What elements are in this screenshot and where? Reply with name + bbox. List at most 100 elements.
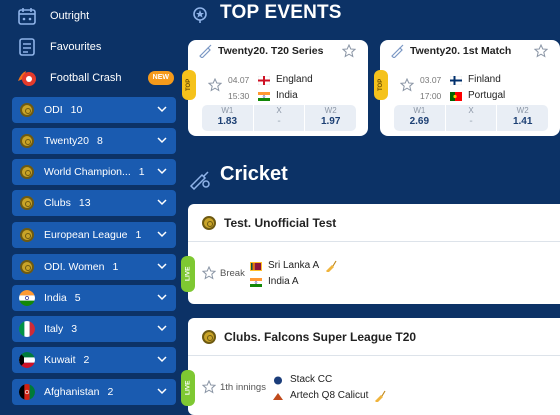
calendar-icon xyxy=(14,3,40,29)
sidebar-item-afghanistan[interactable]: Afghanistan 2 xyxy=(12,379,176,405)
live-badge: LIVE xyxy=(181,370,195,406)
event-league: Twenty20. 1st Match xyxy=(390,44,511,58)
finland-flag-icon xyxy=(450,75,462,85)
sidebar-item-india[interactable]: India 5 xyxy=(12,285,176,311)
team-name: India xyxy=(276,90,298,101)
cricket-ball-icon xyxy=(202,329,216,344)
odd-w1-button[interactable]: W1 1.83 xyxy=(202,105,253,131)
team-logo-icon xyxy=(274,376,282,384)
england-flag-icon xyxy=(258,75,270,85)
event-datetime: 04.07 15:30 xyxy=(228,72,249,104)
sport-name: Twenty20 xyxy=(44,135,89,147)
favorite-star-icon[interactable] xyxy=(400,78,414,92)
odd-x-button[interactable]: X- xyxy=(252,105,305,131)
sport-count: 1 xyxy=(112,261,119,273)
sidebar-item-twenty20[interactable]: Twenty20 8 xyxy=(12,128,176,154)
sidebar-item-football-crash[interactable]: Football Crash NEW xyxy=(14,64,180,92)
sport-count: 8 xyxy=(96,135,103,147)
sport-count: 13 xyxy=(78,197,91,209)
favorite-star-icon[interactable] xyxy=(342,44,356,58)
league-header[interactable]: Clubs. Falcons Super League T20 xyxy=(188,318,560,356)
section-title: Cricket xyxy=(220,163,288,185)
sport-count: 5 xyxy=(74,292,81,304)
odd-w2-button[interactable]: W2 1.97 xyxy=(304,105,356,131)
sport-name: ODI. Women xyxy=(44,261,105,273)
chevron-down-icon xyxy=(157,388,167,395)
event-league-name: Twenty20. T20 Series xyxy=(218,45,324,57)
event-time: 15:30 xyxy=(228,91,250,101)
sidebar-item-outright[interactable]: Outright xyxy=(14,2,180,30)
chevron-down-icon xyxy=(157,294,167,301)
event-teams: England India xyxy=(258,72,313,104)
india-flag-icon xyxy=(250,277,262,287)
top-event-card[interactable]: TOP Twenty20. T20 Series 04.07 15:30 Eng… xyxy=(182,40,368,136)
sport-count: 3 xyxy=(71,323,78,335)
afghanistan-flag-icon xyxy=(19,384,35,400)
chevron-down-icon xyxy=(157,263,167,270)
sidebar-item-favourites[interactable]: Favourites xyxy=(14,33,180,61)
sport-count: 2 xyxy=(107,386,114,398)
live-badge: LIVE xyxy=(181,256,195,292)
portugal-flag-icon xyxy=(450,91,462,101)
favorite-star-icon[interactable] xyxy=(534,44,548,58)
sidebar-item-european-league[interactable]: European League 1 xyxy=(12,222,176,248)
sport-count: 1 xyxy=(135,229,142,241)
chevron-down-icon xyxy=(157,325,167,332)
list-icon xyxy=(14,34,40,60)
favorite-star-icon[interactable] xyxy=(202,266,216,280)
sidebar-item-clubs[interactable]: Clubs 13 xyxy=(12,190,176,216)
chevron-down-icon xyxy=(157,137,167,144)
odd-x-button[interactable]: X- xyxy=(444,105,497,131)
odd-w1-button[interactable]: W1 2.69 xyxy=(394,105,445,131)
match-status: 1th innings xyxy=(220,382,266,393)
odd-value: - xyxy=(277,116,281,127)
top-event-card[interactable]: TOP Twenty20. 1st Match 03.07 17:00 Finl… xyxy=(374,40,560,136)
event-date: 03.07 xyxy=(420,75,442,85)
chevron-down-icon xyxy=(157,106,167,113)
kuwait-flag-icon xyxy=(19,352,35,368)
odds-bar: W1 1.83 X- W2 1.97 xyxy=(202,105,356,131)
cricket-bat-ball-icon xyxy=(189,171,210,190)
match-row[interactable]: LIVE Break Sri Lanka A India A xyxy=(181,242,560,302)
batting-icon xyxy=(375,390,386,402)
sport-name: ODI xyxy=(44,104,63,116)
league-card: Test. Unofficial Test LIVE Break Sri Lan… xyxy=(181,204,560,304)
team-name: Portugal xyxy=(468,90,506,101)
sidebar-item-kuwait[interactable]: Kuwait 2 xyxy=(12,347,176,373)
india-flag-icon xyxy=(258,91,270,101)
match-teams: Sri Lanka A India A xyxy=(250,258,337,290)
batting-icon xyxy=(326,260,337,272)
chevron-down-icon xyxy=(157,231,167,238)
sidebar-item-odi[interactable]: ODI 10 xyxy=(12,97,176,123)
sidebar-item-odi-women[interactable]: ODI. Women 1 xyxy=(12,254,176,280)
football-crash-icon xyxy=(14,65,40,91)
odd-w2-button[interactable]: W2 1.41 xyxy=(496,105,548,131)
cricket-ball-icon xyxy=(202,215,216,230)
sidebar-item-italy[interactable]: Italy 3 xyxy=(12,316,176,342)
sidebar-item-label: Outright xyxy=(50,10,90,22)
event-league: Twenty20. T20 Series xyxy=(198,44,323,58)
favorite-star-icon[interactable] xyxy=(202,380,216,394)
new-badge: NEW xyxy=(147,71,174,85)
sidebar: Outright Favourites Football Crash NEW O… xyxy=(0,0,180,415)
cricket-ball-icon xyxy=(19,227,35,243)
cricket-ball-icon xyxy=(19,133,35,149)
cricket-ball-icon xyxy=(19,164,35,180)
top-badge: TOP xyxy=(182,70,196,100)
event-datetime: 03.07 17:00 xyxy=(420,72,441,104)
league-header[interactable]: Test. Unofficial Test xyxy=(188,204,560,242)
top-events-title: TOP EVENTS xyxy=(220,2,342,23)
match-row[interactable]: LIVE 1th innings Stack CC Artech Q8 Cali… xyxy=(181,356,560,415)
odd-label: X xyxy=(276,106,282,115)
odd-label: W1 xyxy=(221,106,234,115)
favorite-star-icon[interactable] xyxy=(208,78,222,92)
cricket-bat-icon xyxy=(391,44,404,58)
team-name: India A xyxy=(268,276,299,287)
sport-name: Kuwait xyxy=(44,354,76,366)
sidebar-item-world-championship[interactable]: World Champion... 1 xyxy=(12,159,176,185)
team-name: Sri Lanka A xyxy=(268,260,320,271)
event-league-name: Twenty20. 1st Match xyxy=(410,45,512,57)
sport-count: 2 xyxy=(83,354,90,366)
sidebar-item-label: Football Crash xyxy=(50,72,122,84)
odd-value: 1.41 xyxy=(512,116,533,127)
